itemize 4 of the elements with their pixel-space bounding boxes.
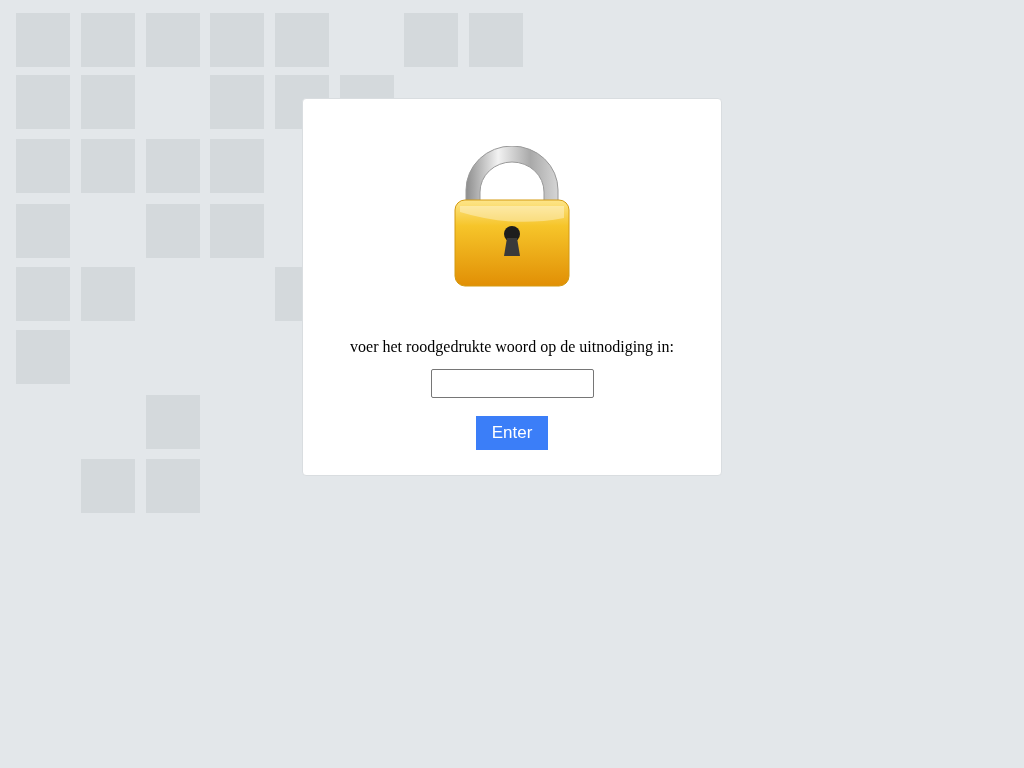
prompt-text: voer het roodgedrukte woord op de uitnodiging in: — [350, 337, 674, 358]
padlock-icon — [452, 146, 572, 290]
input-field[interactable] — [430, 369, 594, 398]
enter-button[interactable]: Enter — [476, 416, 548, 450]
